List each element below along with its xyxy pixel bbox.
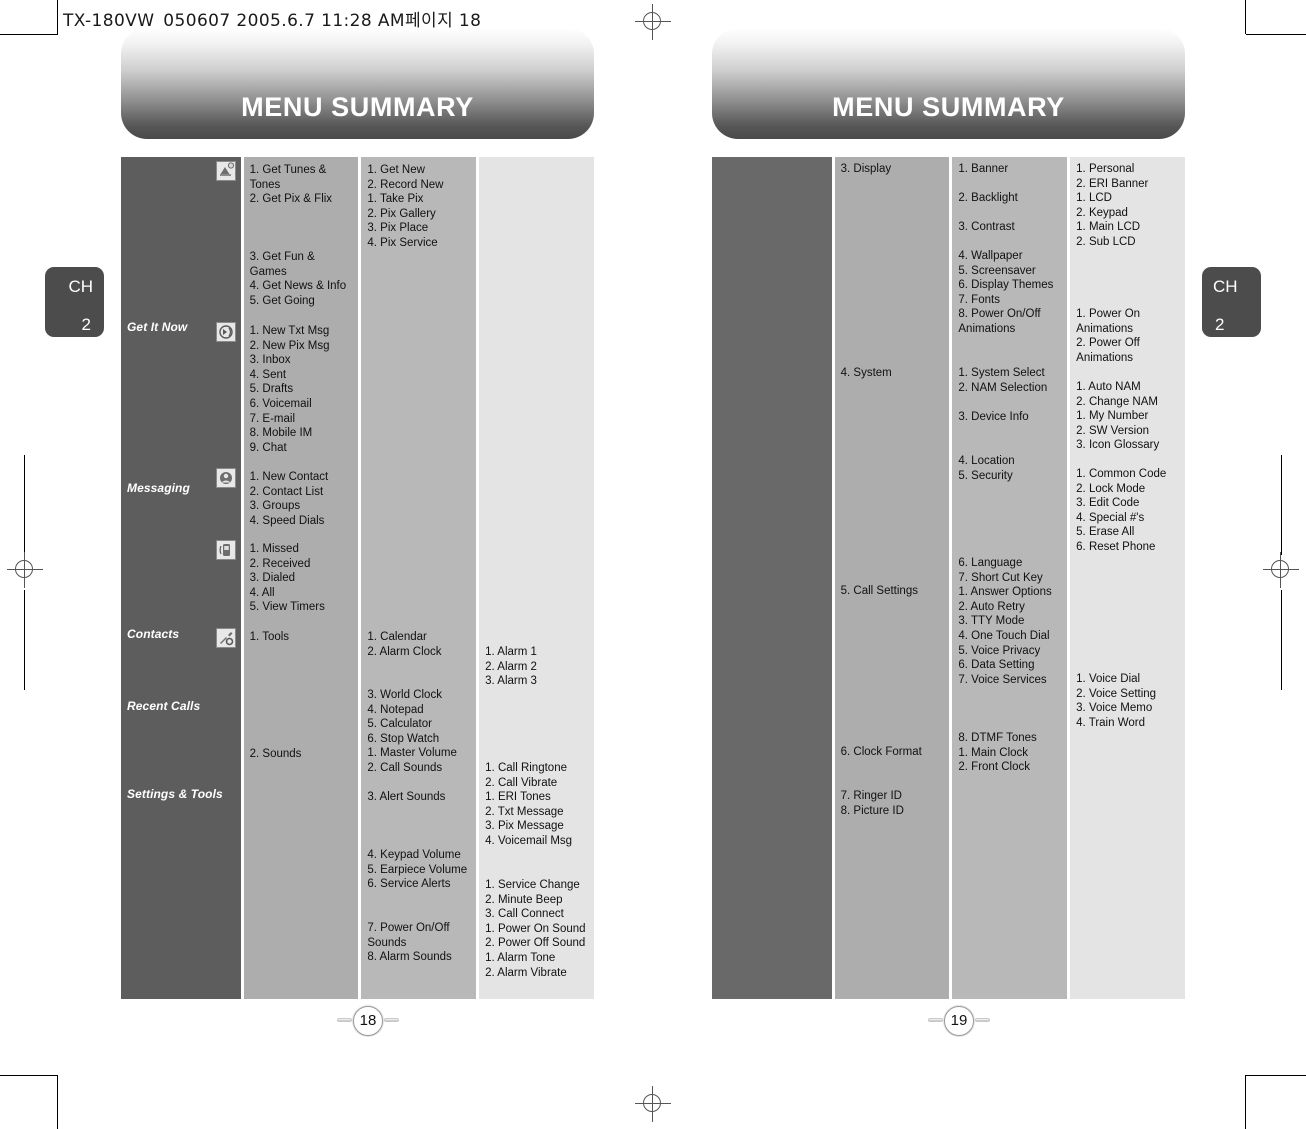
page-number-wing-right bbox=[975, 1018, 990, 1022]
menu-entry: 1. Alarm 1 2. Alarm 2 3. Alarm 3 bbox=[485, 646, 537, 688]
menu-entry: 3. World Clock 4. Notepad 5. Calculator … bbox=[367, 689, 457, 774]
crop-mark-top-left-h bbox=[0, 34, 58, 35]
banner-left: MENU SUMMARY bbox=[121, 28, 594, 139]
menu-entry: 1. Voice Dial 2. Voice Setting 3. Voice … bbox=[1076, 673, 1157, 729]
menu-table-right: 3. Display 4. System 5. Call Settings 6.… bbox=[712, 157, 1185, 999]
category-label-get-it-now[interactable]: Get It Now bbox=[127, 320, 187, 334]
registration-mark-top-center bbox=[635, 4, 671, 40]
right-level3-column: 1. Personal 2. ERI Banner 1. LCD 2. Keyp… bbox=[1070, 157, 1185, 999]
menu-entry: 4. Location 5. Security bbox=[958, 455, 1015, 482]
page-number-wing-left bbox=[928, 1018, 943, 1022]
menu-entry: 2. Backlight bbox=[958, 192, 1018, 204]
settings-tools-icon bbox=[216, 628, 236, 648]
left-level1-column: 1. Get Tunes & Tones 2. Get Pix & Flix 3… bbox=[243, 157, 359, 999]
category-label-recent-calls[interactable]: Recent Calls bbox=[127, 699, 200, 713]
menu-entry: 1. New Contact 2. Contact List 3. Groups… bbox=[249, 471, 329, 527]
left-level2-column: 1. Get New 2. Record New 1. Take Pix 2. … bbox=[361, 157, 477, 999]
page-number-wing-right bbox=[384, 1018, 399, 1022]
menu-entry: 1. Missed 2. Received 3. Dialed 4. All 5… bbox=[249, 543, 325, 614]
chapter-tab-left: CH 2 bbox=[45, 267, 104, 337]
menu-entry: 8. DTMF Tones 1. Main Clock 2. Front Clo… bbox=[958, 732, 1037, 774]
page-number-right-text: 19 bbox=[950, 1011, 968, 1029]
crop-mark-bottom-right-h bbox=[1246, 1075, 1306, 1076]
crop-mark-mid-right-v2 bbox=[1281, 590, 1282, 690]
menu-entry: 5. Call Settings bbox=[840, 585, 918, 597]
menu-entry: 3. Get Fun & Games 4. Get News & Info 5.… bbox=[249, 251, 347, 307]
menu-entry: 3. Contrast bbox=[958, 221, 1015, 233]
menu-table-left: Get It Now Messaging Contacts Recent Cal… bbox=[121, 157, 594, 999]
menu-entry: 6. Language 7. Short Cut Key 1. Answer O… bbox=[958, 557, 1052, 686]
menu-entry: 1. Calendar 2. Alarm Clock bbox=[367, 631, 442, 658]
crop-mark-mid-right-v bbox=[1281, 455, 1282, 555]
chapter-tab-right-label: CH bbox=[1213, 277, 1238, 296]
menu-entry: 7. Power On/Off Sounds 8. Alarm Sounds bbox=[367, 922, 452, 964]
registration-mark-left-center bbox=[7, 552, 43, 588]
page-title-left: MENU SUMMARY bbox=[241, 92, 474, 122]
category-label-contacts[interactable]: Contacts bbox=[127, 627, 179, 641]
page-number-wing-left bbox=[337, 1018, 352, 1022]
left-category-column: Get It Now Messaging Contacts Recent Cal… bbox=[121, 157, 241, 999]
crop-mark-top-right-v bbox=[1245, 0, 1246, 34]
menu-entry: 7. Ringer ID 8. Picture ID bbox=[840, 790, 904, 817]
page-number-right: 19 bbox=[928, 1005, 990, 1036]
menu-entry: 1. Get New 2. Record New 1. Take Pix 2. … bbox=[367, 164, 444, 249]
left-level3-column: 1. Alarm 1 2. Alarm 2 3. Alarm 3 1. Call… bbox=[479, 157, 594, 999]
recent-calls-icon bbox=[216, 540, 236, 560]
chapter-tab-left-number: 2 bbox=[81, 315, 91, 334]
page-number-left: 18 bbox=[337, 1005, 399, 1036]
registration-mark-bottom-center bbox=[635, 1086, 671, 1122]
category-label-messaging[interactable]: Messaging bbox=[127, 481, 190, 495]
chapter-tab-right-number: 2 bbox=[1215, 315, 1225, 334]
right-blank-column bbox=[712, 157, 832, 999]
menu-entry: 2. Sounds bbox=[249, 748, 302, 760]
crop-mark-top-left-v bbox=[57, 0, 58, 34]
menu-entry: 1. Personal 2. ERI Banner 1. LCD 2. Keyp… bbox=[1076, 163, 1149, 248]
crop-mark-top-right-h bbox=[1246, 34, 1306, 35]
menu-entry: 4. Keypad Volume 5. Earpiece Volume 6. S… bbox=[367, 849, 468, 891]
crop-mark-mid-left-v bbox=[24, 455, 25, 555]
menu-entry: 1. Service Change 2. Minute Beep 3. Call… bbox=[485, 879, 586, 979]
contacts-icon bbox=[216, 468, 236, 488]
menu-entry: 1. Power On Animations 2. Power Off Anim… bbox=[1076, 308, 1141, 364]
page-title-right: MENU SUMMARY bbox=[832, 92, 1065, 122]
menu-entry: 1. Tools bbox=[249, 631, 290, 643]
right-level1-column: 3. Display 4. System 5. Call Settings 6.… bbox=[834, 157, 950, 999]
menu-entry: 1. Common Code 2. Lock Mode 3. Edit Code… bbox=[1076, 468, 1167, 553]
crop-mark-bottom-right-v bbox=[1245, 1075, 1246, 1129]
menu-entry: 6. Clock Format bbox=[840, 746, 922, 758]
registration-mark-right-center bbox=[1263, 552, 1299, 588]
category-label-settings-tools[interactable]: Settings & Tools bbox=[127, 787, 223, 801]
right-level2-column: 1. Banner 2. Backlight 3. Contrast 4. Wa… bbox=[952, 157, 1068, 999]
menu-entry: 3. Device Info bbox=[958, 411, 1029, 423]
get-it-now-icon bbox=[216, 161, 236, 181]
page-number-left-text: 18 bbox=[359, 1011, 377, 1029]
menu-entry: 1. Auto NAM 2. Change NAM 1. My Number 2… bbox=[1076, 381, 1160, 452]
menu-entry: 4. System bbox=[840, 367, 892, 379]
menu-entry: 1. System Select 2. NAM Selection bbox=[958, 367, 1048, 394]
menu-entry: 4. Wallpaper 5. Screensaver 6. Display T… bbox=[958, 250, 1054, 335]
menu-entry: 1. Call Ringtone 2. Call Vibrate 1. ERI … bbox=[485, 762, 573, 847]
menu-entry: 1. Get Tunes & Tones 2. Get Pix & Flix bbox=[249, 164, 333, 206]
menu-entry: 3. Display bbox=[840, 163, 892, 175]
crop-mark-mid-left-v2 bbox=[24, 590, 25, 690]
menu-entry: 3. Alert Sounds bbox=[367, 791, 446, 803]
crop-mark-bottom-left-v bbox=[57, 1075, 58, 1129]
messaging-icon bbox=[216, 322, 236, 342]
chapter-tab-left-label: CH bbox=[68, 277, 93, 296]
menu-entry: 1. Banner bbox=[958, 163, 1009, 175]
crop-mark-bottom-left-h bbox=[0, 1075, 58, 1076]
chapter-tab-right: CH 2 bbox=[1202, 267, 1261, 337]
banner-right: MENU SUMMARY bbox=[712, 28, 1185, 139]
menu-entry: 1. New Txt Msg 2. New Pix Msg 3. Inbox 4… bbox=[249, 325, 330, 454]
